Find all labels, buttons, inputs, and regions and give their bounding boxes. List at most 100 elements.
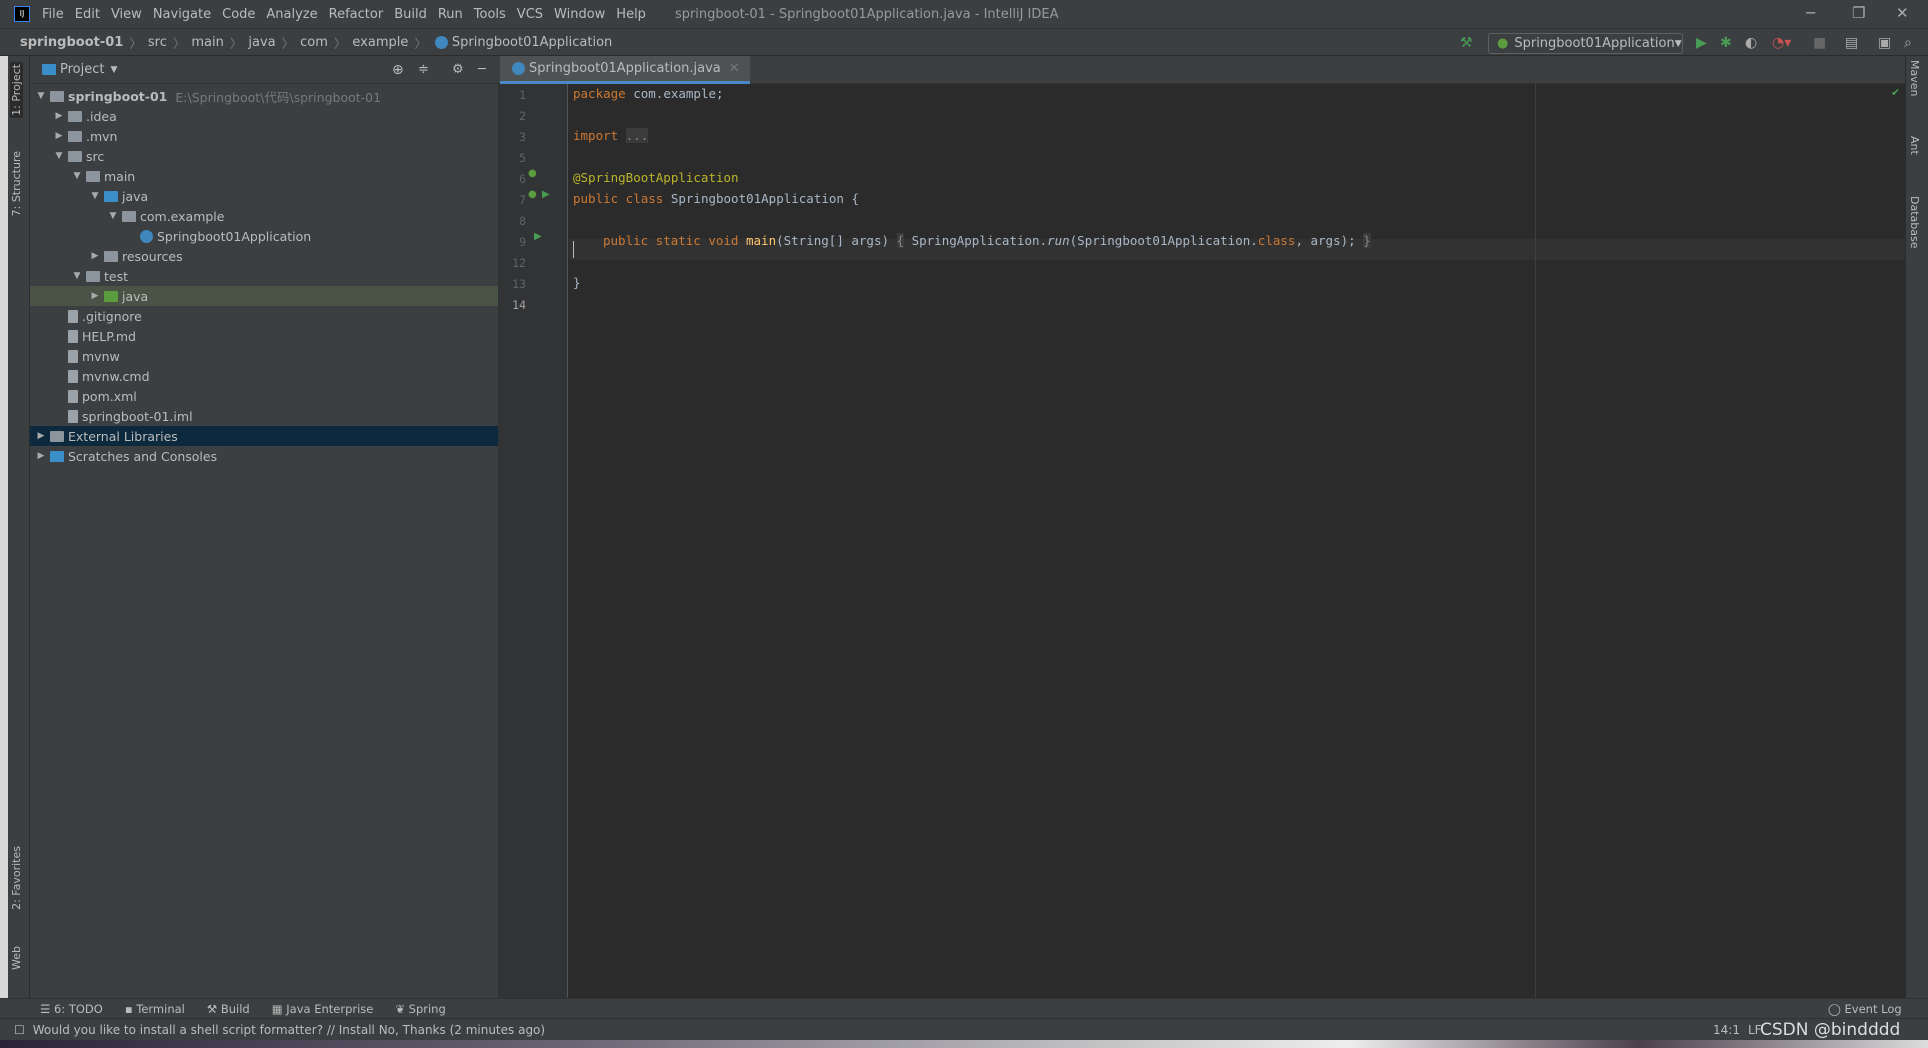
package-icon — [122, 210, 136, 222]
menu-view[interactable]: View — [111, 7, 142, 22]
collapsed-arrow-icon[interactable]: ▶ — [34, 451, 48, 461]
expanded-arrow-icon[interactable]: ▼ — [34, 91, 48, 101]
tree-item[interactable]: ▶ java — [30, 286, 498, 306]
breadcrumb-src[interactable]: src — [148, 35, 167, 50]
tree-item[interactable]: ▼ main — [30, 166, 498, 186]
spring-class-icon — [512, 62, 525, 75]
tool-database[interactable]: Database — [1908, 196, 1921, 249]
breadcrumb-java[interactable]: java — [248, 35, 275, 50]
project-view-select[interactable]: Project — [60, 62, 104, 77]
expanded-arrow-icon[interactable]: ▼ — [88, 191, 102, 201]
tree-item[interactable]: ▶ External Libraries — [30, 426, 498, 446]
search-icon[interactable]: ⌕ — [1904, 35, 1912, 51]
menu-window[interactable]: Window — [554, 7, 605, 22]
tree-item[interactable]: ▼ src — [30, 146, 498, 166]
line-number: 14 — [512, 298, 526, 312]
event-log[interactable]: ◯ Event Log — [1828, 1002, 1902, 1016]
menu-edit[interactable]: Edit — [75, 7, 100, 22]
tree-item[interactable]: .gitignore — [30, 306, 498, 326]
collapsed-arrow-icon[interactable]: ▶ — [88, 251, 102, 261]
collapse-all-icon[interactable]: ≑ — [418, 62, 429, 77]
tool-java-enterprise[interactable]: ▦ Java Enterprise — [272, 1002, 374, 1016]
breadcrumb-example[interactable]: example — [352, 35, 408, 50]
menu-help[interactable]: Help — [616, 7, 646, 22]
spring-class-icon[interactable]: ● — [528, 189, 537, 200]
close-tab-icon[interactable]: ✕ — [729, 61, 740, 76]
tab-springboot01application[interactable]: Springboot01Application.java ✕ — [500, 56, 750, 84]
profile-icon[interactable]: ◔▾ — [1772, 35, 1791, 51]
locate-icon[interactable]: ⊕ — [392, 62, 404, 78]
menu-code[interactable]: Code — [222, 7, 255, 22]
tool-terminal[interactable]: ▪ Terminal — [125, 1002, 185, 1016]
tree-item[interactable]: HELP.md — [30, 326, 498, 346]
tree-item[interactable]: ▼ test — [30, 266, 498, 286]
project-panel-header: Project ▼ ⊕ ≑ ⚙ ─ — [30, 56, 498, 84]
menu-run[interactable]: Run — [438, 7, 463, 22]
menu-build[interactable]: Build — [394, 7, 427, 22]
project-structure-icon[interactable]: ▤ — [1845, 35, 1858, 51]
run-gutter-icon[interactable]: ▶ — [542, 189, 550, 200]
folded-imports[interactable]: ... — [625, 128, 649, 143]
tree-item[interactable]: ▼ com.example — [30, 206, 498, 226]
tool-build[interactable]: ⚒ Build — [207, 1002, 250, 1016]
tree-item[interactable]: ▶ .mvn — [30, 126, 498, 146]
gear-icon[interactable]: ⚙ — [452, 62, 464, 77]
breadcrumb-class[interactable]: Springboot01Application — [452, 35, 612, 50]
expanded-arrow-icon[interactable]: ▼ — [70, 271, 84, 281]
chevron-down-icon[interactable]: ▼ — [110, 65, 117, 75]
chevron-down-icon: ▼ — [1674, 38, 1682, 49]
expanded-arrow-icon[interactable]: ▼ — [70, 171, 84, 181]
tool-web[interactable]: Web — [10, 946, 23, 970]
build-hammer-icon[interactable]: ⚒ — [1460, 35, 1473, 51]
stop-icon[interactable]: ■ — [1813, 35, 1826, 51]
tree-item[interactable]: pom.xml — [30, 386, 498, 406]
tool-structure[interactable]: 7: Structure — [10, 151, 23, 216]
menu-refactor[interactable]: Refactor — [329, 7, 384, 22]
spring-bean-icon[interactable]: ● — [528, 168, 537, 179]
debug-icon[interactable]: ✱ — [1720, 35, 1732, 51]
tool-spring[interactable]: ❦ Spring — [395, 1002, 445, 1016]
tool-maven[interactable]: Maven — [1908, 60, 1921, 96]
expanded-arrow-icon[interactable]: ▼ — [106, 211, 120, 221]
tree-item[interactable]: mvnw — [30, 346, 498, 366]
tool-ant[interactable]: Ant — [1908, 136, 1921, 155]
run-gutter-icon[interactable]: ▶ — [534, 231, 542, 242]
expanded-arrow-icon[interactable]: ▼ — [52, 151, 66, 161]
terminal-window-icon[interactable]: ▣ — [1878, 35, 1891, 51]
menu-analyze[interactable]: Analyze — [266, 7, 317, 22]
collapsed-arrow-icon[interactable]: ▶ — [52, 131, 66, 141]
tree-item[interactable]: ▶ Scratches and Consoles — [30, 446, 498, 466]
run-configuration-select[interactable]: ● Springboot01Application ▼ — [1488, 33, 1683, 54]
minimize-icon[interactable]: ─ — [1806, 4, 1815, 22]
tree-item[interactable]: springboot-01.iml — [30, 406, 498, 426]
tree-item-label: .mvn — [86, 128, 118, 144]
menu-vcs[interactable]: VCS — [517, 7, 543, 22]
tree-item[interactable]: ▼ java — [30, 186, 498, 206]
menu-file[interactable]: File — [42, 7, 64, 22]
inspection-ok-icon[interactable]: ✔ — [1891, 86, 1900, 99]
tree-item[interactable]: ▼ springboot-01 E:\Springboot\代码\springboo… — [30, 86, 498, 106]
restore-icon[interactable]: ❐ — [1852, 4, 1865, 22]
close-icon[interactable]: ✕ — [1896, 4, 1909, 22]
breadcrumb-main[interactable]: main — [191, 35, 223, 50]
status-message[interactable]: Would you like to install a shell script… — [33, 1023, 545, 1037]
hide-icon[interactable]: ─ — [478, 62, 486, 77]
menu-navigate[interactable]: Navigate — [153, 7, 211, 22]
breadcrumb-com[interactable]: com — [300, 35, 328, 50]
collapsed-arrow-icon[interactable]: ▶ — [34, 431, 48, 441]
run-icon[interactable]: ▶ — [1696, 35, 1707, 51]
tree-item[interactable]: mvnw.cmd — [30, 366, 498, 386]
tool-favorites[interactable]: 2: Favorites — [10, 846, 23, 910]
collapsed-arrow-icon[interactable]: ▶ — [88, 291, 102, 301]
tree-item[interactable]: Springboot01Application — [30, 226, 498, 246]
collapsed-arrow-icon[interactable]: ▶ — [52, 111, 66, 121]
tree-item[interactable]: ▶ .idea — [30, 106, 498, 126]
tool-project[interactable]: 1: Project — [10, 62, 23, 118]
breadcrumb-project[interactable]: springboot-01 — [20, 35, 123, 50]
caret-position[interactable]: 14:1 — [1713, 1023, 1740, 1037]
menu-tools[interactable]: Tools — [474, 7, 506, 22]
status-toggle-icon[interactable]: ☐ — [14, 1023, 25, 1037]
tool-todo[interactable]: ☰ 6: TODO — [40, 1002, 103, 1016]
tree-item[interactable]: ▶ resources — [30, 246, 498, 266]
coverage-icon[interactable]: ◐ — [1745, 35, 1757, 51]
